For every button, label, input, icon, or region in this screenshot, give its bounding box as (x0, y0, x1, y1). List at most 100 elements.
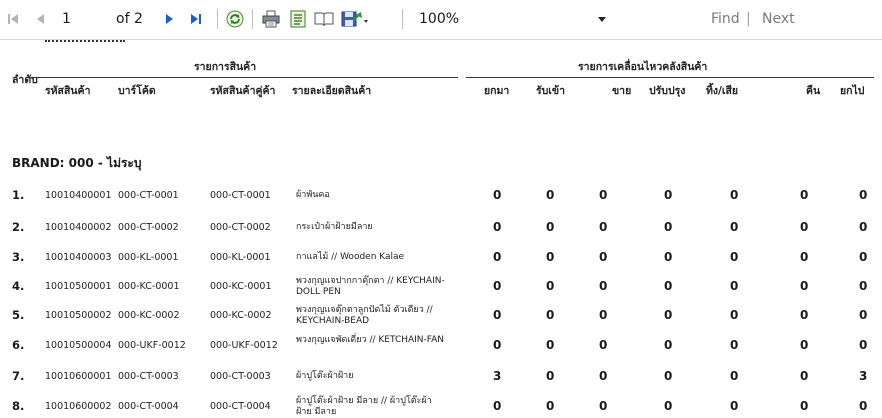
row-value-sell: 0 (599, 369, 608, 383)
row-value-discard: 0 (730, 308, 739, 322)
row-value-return: 0 (800, 279, 809, 293)
row-barcode: 000-CT-0001 (118, 190, 179, 201)
row-value-sell: 0 (599, 220, 608, 234)
row-value-carry-out: 0 (859, 308, 868, 322)
row-partner-code: 000-CT-0001 (210, 190, 271, 201)
chevron-down-icon[interactable] (596, 9, 608, 29)
header-product-code: รหัสสินค้า (45, 85, 91, 97)
row-value-carry-in: 0 (493, 279, 502, 293)
row-value-adjust: 0 (664, 188, 673, 202)
header-barcode: บาร์โค้ด (118, 85, 156, 97)
row-barcode: 000-CT-0003 (118, 371, 179, 382)
row-partner-code: 000-CT-0003 (210, 371, 271, 382)
zoom-select[interactable]: 100% (419, 11, 459, 27)
row-product-code: 10010600002 (45, 401, 112, 412)
row-product-code: 10010400003 (45, 252, 112, 263)
table-row: 8. 10010600002 000-CT-0004 000-CT-0004 ผ้าปู… (0, 394, 882, 418)
row-value-adjust: 0 (664, 399, 673, 413)
header-discard: ทิ้ง/เสีย (706, 85, 739, 97)
table-row: 7. 10010600001 000-CT-0003 000-CT-0003 ผ้าปู… (0, 364, 882, 396)
row-description: กาแลไม้ // Wooden Kalae (296, 252, 405, 262)
cropped-previous-row (45, 40, 125, 44)
row-value-receive: 0 (546, 279, 555, 293)
print-icon[interactable] (260, 9, 282, 29)
table-row: 5. 10010500002 000-KC-0002 000-KC-0002 พวงกุ… (0, 303, 882, 335)
row-value-adjust: 0 (664, 369, 673, 383)
row-value-carry-out: 0 (859, 220, 868, 234)
row-barcode: 000-CT-0004 (118, 401, 179, 412)
row-value-discard: 0 (730, 338, 739, 352)
row-value-adjust: 0 (664, 220, 673, 234)
row-barcode: 000-KC-0002 (118, 310, 180, 321)
header-return: คืน (806, 85, 821, 97)
row-barcode: 000-UKF-0012 (118, 340, 186, 351)
row-value-return: 0 (800, 250, 809, 264)
row-value-carry-out: 0 (859, 279, 868, 293)
header-sell: ขาย (612, 85, 632, 97)
row-value-return: 0 (800, 220, 809, 234)
row-value-sell: 0 (599, 338, 608, 352)
row-partner-code: 000-KL-0001 (210, 252, 271, 263)
page-number-input[interactable]: 1 (62, 11, 71, 27)
page-setup-icon[interactable] (313, 9, 335, 29)
header-partner-code: รหัสสินค้าคู่ค้า (210, 85, 276, 97)
row-description: ผ้าปูโต๊ะผ้าฝ้าย มีลาย // ผ้าปูโต๊ะผ้าฝ้… (296, 396, 432, 417)
row-value-receive: 0 (546, 369, 555, 383)
row-index: 4. (12, 279, 25, 293)
table-row: 6. 10010500004 000-UKF-0012 000-UKF-0012 พวง… (0, 333, 882, 365)
row-value-return: 0 (800, 399, 809, 413)
row-partner-code: 000-CT-0004 (210, 401, 271, 412)
row-value-discard: 0 (730, 250, 739, 264)
row-index: 6. (12, 338, 25, 352)
row-value-discard: 0 (730, 399, 739, 413)
refresh-icon[interactable] (224, 9, 246, 29)
brand-group-header: BRAND: 000 - ไม่ระบุ (12, 156, 142, 170)
row-product-code: 10010500001 (45, 281, 112, 292)
row-index: 1. (12, 188, 25, 202)
row-value-carry-out: 0 (859, 338, 868, 352)
row-value-carry-out: 3 (859, 369, 868, 383)
table-row: 1. 10010400001 000-CT-0001 000-CT-0001 ผ้าพั… (0, 183, 882, 215)
next-page-icon[interactable] (163, 9, 177, 29)
row-partner-code: 000-UKF-0012 (210, 340, 278, 351)
last-page-icon[interactable] (188, 9, 204, 29)
row-barcode: 000-KL-0001 (118, 252, 179, 263)
first-page-icon[interactable] (6, 9, 20, 29)
table-row: 2. 10010400002 000-CT-0002 000-CT-0002 กระเป… (0, 215, 882, 247)
previous-page-icon[interactable] (33, 9, 47, 29)
row-value-carry-out: 0 (859, 188, 868, 202)
row-value-sell: 0 (599, 279, 608, 293)
row-description: พวงกุญแจปากกาตุ๊กตา // KEYCHAIN-DOLL PEN (296, 276, 445, 297)
row-product-code: 10010500002 (45, 310, 112, 321)
row-index: 3. (12, 250, 25, 264)
row-description: พวงกุญแจตุ๊กตาลูกปัดไม้ ตัวเดียว // KEYC… (296, 305, 433, 326)
find-next-link[interactable]: Next (762, 11, 795, 27)
page-count-label: of 2 (116, 11, 143, 27)
row-value-return: 0 (800, 369, 809, 383)
row-index: 7. (12, 369, 25, 383)
row-product-code: 10010500004 (45, 340, 112, 351)
find-separator: | (746, 11, 751, 27)
page-layout-icon[interactable] (287, 9, 309, 29)
row-value-return: 0 (800, 308, 809, 322)
row-value-receive: 0 (546, 220, 555, 234)
row-value-discard: 0 (730, 369, 739, 383)
row-value-adjust: 0 (664, 250, 673, 264)
row-index: 5. (12, 308, 25, 322)
row-value-receive: 0 (546, 188, 555, 202)
row-value-sell: 0 (599, 399, 608, 413)
row-value-carry-in: 0 (493, 399, 502, 413)
row-value-carry-in: 3 (493, 369, 502, 383)
header-receive: รับเข้า (536, 85, 565, 97)
row-description: พวงกุญแจพัดเดี่ยว // KETCHAIN-FAN (296, 335, 445, 345)
row-value-sell: 0 (599, 188, 608, 202)
row-value-receive: 0 (546, 399, 555, 413)
row-value-receive: 0 (546, 250, 555, 264)
row-value-carry-out: 0 (859, 250, 868, 264)
export-icon[interactable] (340, 9, 370, 29)
row-barcode: 000-KC-0001 (118, 281, 180, 292)
find-link[interactable]: Find (711, 11, 740, 27)
row-description: ผ้าปูโต๊ะผ้าฝ้าย (296, 371, 354, 381)
row-index: 2. (12, 220, 25, 234)
row-description: กระเป๋าผ้าฝ้ายมีลาย (296, 222, 373, 232)
